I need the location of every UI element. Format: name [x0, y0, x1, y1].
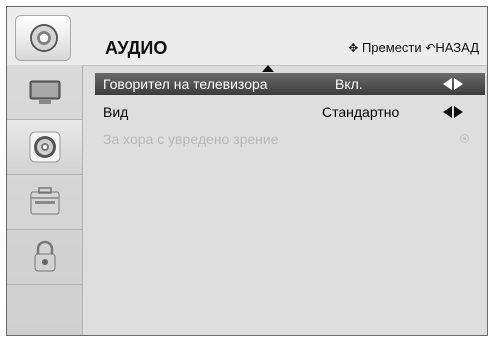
- move-hint-label: Премести: [361, 40, 422, 55]
- toolbox-icon: [30, 187, 60, 215]
- menu-row-mode[interactable]: Вид Стандартно: [95, 101, 485, 123]
- move-arrows-icon: ✥: [348, 41, 359, 55]
- sidebar-item-tools[interactable]: [7, 175, 82, 230]
- radio-icon: [460, 134, 469, 143]
- left-right-arrows-icon[interactable]: [443, 78, 463, 90]
- sidebar-item-lock[interactable]: [7, 230, 82, 285]
- navigation-hint: ✥ Премести ↶НАЗАД: [348, 40, 479, 55]
- lock-icon: [34, 240, 56, 272]
- menu-row-tv-speaker[interactable]: Говорител на телевизора Вкл.: [95, 73, 485, 95]
- menu-row-value: Вкл.: [335, 76, 363, 92]
- scroll-up-arrow-icon[interactable]: [262, 65, 274, 72]
- menu-row-label: Говорител на телевизора: [103, 76, 268, 92]
- category-sidebar: [7, 65, 83, 335]
- left-right-arrows-icon[interactable]: [443, 106, 463, 118]
- sidebar-item-picture[interactable]: [7, 65, 82, 120]
- sidebar-item-audio[interactable]: [7, 120, 82, 175]
- menu-row-label: За хора с увредено зрение: [103, 131, 279, 147]
- audio-menu-window: АУДИО ✥ Премести ↶НАЗАД Говорител на тел…: [6, 6, 488, 336]
- sidebar-empty-slot: [7, 285, 82, 340]
- speaker-icon: [30, 24, 58, 52]
- menu-row-value: Стандартно: [322, 104, 400, 120]
- tv-screen-icon: [29, 80, 61, 104]
- menu-row-visually-impaired: За хора с увредено зрение: [95, 128, 485, 150]
- page-title: АУДИО: [105, 38, 168, 58]
- audio-category-icon: [15, 15, 71, 61]
- back-hint-label[interactable]: НАЗАД: [435, 40, 479, 55]
- speaker-icon: [29, 131, 61, 163]
- menu-row-label: Вид: [103, 104, 129, 120]
- menu-header: АУДИО ✥ Премести ↶НАЗАД: [7, 7, 487, 66]
- back-icon: ↶: [425, 41, 436, 55]
